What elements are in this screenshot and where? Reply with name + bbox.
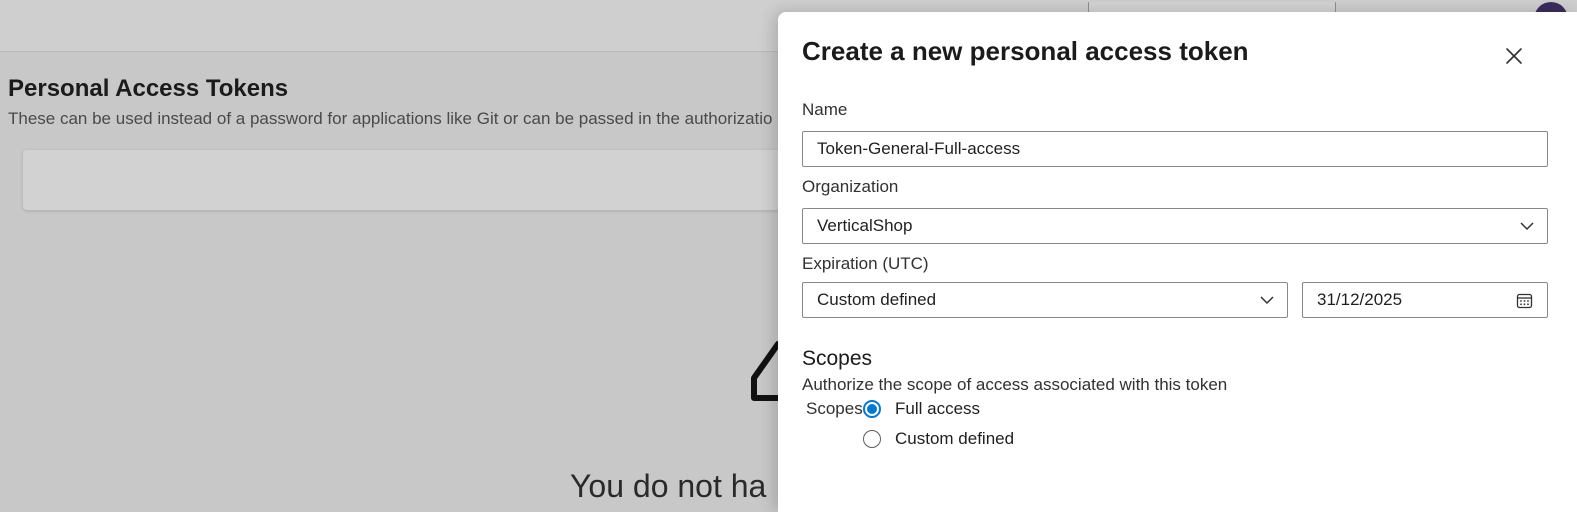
- chevron-down-icon: [1520, 222, 1534, 231]
- organization-select[interactable]: VerticalShop: [802, 208, 1548, 244]
- scopes-heading: Scopes: [802, 347, 873, 370]
- scopes-description: Authorize the scope of access associated…: [802, 375, 1228, 394]
- scope-option-full-access[interactable]: Full access: [863, 397, 980, 421]
- expiration-value: Custom defined: [817, 290, 937, 309]
- organization-label: Organization: [802, 177, 899, 196]
- page-description: These can be used instead of a password …: [8, 109, 773, 128]
- scopes-group-label: Scopes: [806, 399, 863, 418]
- close-icon[interactable]: [1502, 44, 1526, 68]
- name-input[interactable]: [802, 131, 1548, 167]
- scope-option-label: Full access: [895, 399, 981, 418]
- radio-selected-icon[interactable]: [863, 400, 881, 418]
- dialog-title: Create a new personal access token: [802, 36, 1249, 66]
- expiration-select[interactable]: Custom defined: [802, 282, 1288, 318]
- toolbar-card: [23, 150, 823, 210]
- organization-value: VerticalShop: [817, 216, 913, 235]
- page-title: Personal Access Tokens: [8, 75, 289, 102]
- create-token-dialog: Create a new personal access token Name …: [778, 12, 1577, 512]
- calendar-icon: [1516, 293, 1533, 309]
- expiration-date-value: 31/12/2025: [1317, 290, 1403, 309]
- name-label: Name: [802, 100, 848, 119]
- expiration-date-picker[interactable]: 31/12/2025: [1302, 282, 1548, 318]
- scope-option-label: Custom defined: [895, 429, 1015, 448]
- expiration-label: Expiration (UTC): [802, 254, 929, 273]
- empty-state-text: You do not ha: [570, 468, 767, 504]
- chevron-down-icon: [1260, 296, 1274, 305]
- scope-option-custom-defined[interactable]: Custom defined: [863, 427, 1014, 451]
- radio-unselected-icon[interactable]: [863, 430, 881, 448]
